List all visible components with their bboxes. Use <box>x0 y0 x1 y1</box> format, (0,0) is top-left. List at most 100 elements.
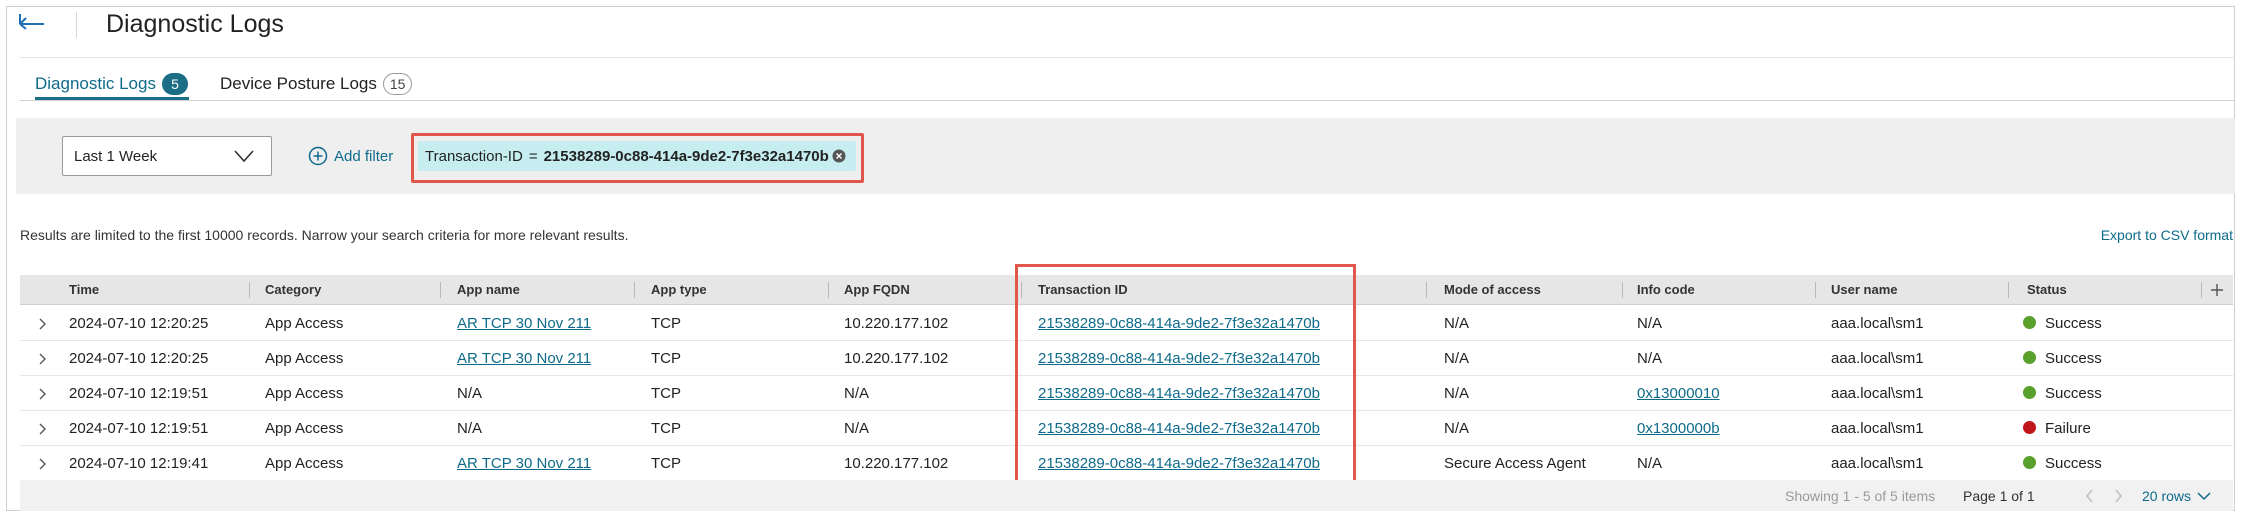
cell-mode-of-access: N/A <box>1444 385 1470 402</box>
column-header-time[interactable]: Time <box>69 275 99 305</box>
chevron-right-icon[interactable] <box>36 422 48 435</box>
cell-mode-of-access: N/A <box>1444 315 1470 332</box>
time-range-value: Last 1 Week <box>74 147 158 165</box>
back-arrow-icon[interactable] <box>18 12 46 34</box>
cell-info-code-link[interactable]: 0x13000010 <box>1637 376 1720 411</box>
transaction-id-filter-chip[interactable]: Transaction-ID = 21538289-0c88-414a-9de2… <box>418 141 856 171</box>
cell-user-name: aaa.local\sm1 <box>1831 420 1924 437</box>
cell-app-name-link[interactable]: AR TCP 30 Nov 211 <box>457 306 591 341</box>
chevron-right-icon[interactable] <box>36 387 48 400</box>
column-separator[interactable] <box>1426 282 1427 298</box>
chevron-right-icon[interactable] <box>36 352 48 365</box>
page-title: Diagnostic Logs <box>106 10 284 38</box>
status-success-dot-icon <box>2023 386 2036 399</box>
column-header-mode-of-access[interactable]: Mode of access <box>1444 275 1541 305</box>
close-circle-icon[interactable] <box>832 149 846 163</box>
column-header-app-name[interactable]: App name <box>457 275 520 305</box>
page-indicator: Page 1 of 1 <box>1963 488 2035 504</box>
cell-app-type: TCP <box>651 420 681 437</box>
cell-status: Success <box>2023 376 2102 411</box>
add-filter-label: Add filter <box>334 147 394 165</box>
column-separator[interactable] <box>249 282 250 298</box>
chevron-right-icon[interactable] <box>2112 489 2124 503</box>
status-text: Success <box>2045 315 2102 332</box>
cell-user-name: aaa.local\sm1 <box>1831 315 1924 332</box>
cell-app-fqdn: 10.220.177.102 <box>844 350 949 367</box>
cell-mode-of-access: N/A <box>1444 350 1470 367</box>
header-rule <box>20 57 2235 58</box>
status-text: Failure <box>2045 420 2091 437</box>
tab-label: Diagnostic Logs <box>35 74 156 93</box>
cell-app-name-link[interactable]: AR TCP 30 Nov 211 <box>457 341 591 376</box>
cell-app-type: TCP <box>651 350 681 367</box>
tabs-rule <box>20 100 2235 101</box>
cell-app-name: N/A <box>457 385 483 402</box>
cell-category: App Access <box>265 385 344 402</box>
column-separator[interactable] <box>440 282 441 298</box>
tab-label: Device Posture Logs <box>220 74 377 93</box>
tab-count-badge: 15 <box>382 73 413 95</box>
chevron-left-icon[interactable] <box>2084 489 2096 503</box>
status-success-dot-icon <box>2023 456 2036 469</box>
cell-app-type: TCP <box>651 385 681 402</box>
tab-device-posture-logs[interactable]: Device Posture Logs 15 <box>220 67 413 101</box>
cell-app-fqdn: 10.220.177.102 <box>844 455 949 472</box>
cell-user-name: aaa.local\sm1 <box>1831 350 1924 367</box>
chevron-down-icon <box>2197 488 2211 501</box>
cell-info-code: N/A <box>1637 350 1663 367</box>
tab-diagnostic-logs[interactable]: Diagnostic Logs 5 <box>35 67 188 101</box>
cell-category: App Access <box>265 315 344 332</box>
add-column-icon[interactable] <box>2207 280 2227 300</box>
chevron-down-icon <box>233 146 255 166</box>
column-separator[interactable] <box>1622 282 1623 298</box>
cell-user-name: aaa.local\sm1 <box>1831 455 1924 472</box>
status-text: Success <box>2045 350 2102 367</box>
rows-per-page-value: 20 rows <box>2142 488 2192 504</box>
time-range-select[interactable]: Last 1 Week <box>62 136 272 176</box>
column-header-user-name[interactable]: User name <box>1831 275 1897 305</box>
cell-app-type: TCP <box>651 455 681 472</box>
column-separator[interactable] <box>1815 282 1816 298</box>
cell-time: 2024-07-10 12:20:25 <box>69 350 209 367</box>
cell-app-name-link[interactable]: AR TCP 30 Nov 211 <box>457 446 591 481</box>
column-separator[interactable] <box>634 282 635 298</box>
column-header-category[interactable]: Category <box>265 275 321 305</box>
cell-info-code-link[interactable]: 0x1300000b <box>1637 411 1720 446</box>
cell-time: 2024-07-10 12:19:51 <box>69 385 209 402</box>
header-divider <box>76 12 77 38</box>
chevron-right-icon[interactable] <box>36 317 48 330</box>
filter-chip-value: 21538289-0c88-414a-9de2-7f3e32a1470b <box>543 147 829 165</box>
cell-app-fqdn: 10.220.177.102 <box>844 315 949 332</box>
column-header-app-type[interactable]: App type <box>651 275 707 305</box>
column-separator[interactable] <box>828 282 829 298</box>
column-header-info-code[interactable]: Info code <box>1637 275 1695 305</box>
cell-category: App Access <box>265 455 344 472</box>
filter-chip-key: Transaction-ID <box>425 147 523 165</box>
cell-status: Success <box>2023 341 2102 376</box>
transaction-id-column-highlight <box>1015 264 1356 498</box>
cell-time: 2024-07-10 12:20:25 <box>69 315 209 332</box>
cell-mode-of-access: Secure Access Agent <box>1444 455 1586 472</box>
column-separator[interactable] <box>2201 282 2202 298</box>
tab-count-badge: 5 <box>161 73 188 95</box>
column-header-status[interactable]: Status <box>2027 275 2067 305</box>
showing-items-text: Showing 1 - 5 of 5 items <box>1785 488 1936 504</box>
column-header-app-fqdn[interactable]: App FQDN <box>844 275 910 305</box>
column-separator[interactable] <box>2008 282 2009 298</box>
rows-per-page-select[interactable]: 20 rows <box>2142 488 2211 504</box>
cell-status: Success <box>2023 306 2102 341</box>
cell-category: App Access <box>265 420 344 437</box>
status-success-dot-icon <box>2023 351 2036 364</box>
filter-chip-operator: = <box>528 147 538 165</box>
cell-info-code: N/A <box>1637 455 1663 472</box>
table-footer: Showing 1 - 5 of 5 items Page 1 of 1 20 … <box>20 480 2233 511</box>
cell-user-name: aaa.local\sm1 <box>1831 385 1924 402</box>
cell-info-code: N/A <box>1637 315 1663 332</box>
chevron-right-icon[interactable] <box>36 457 48 470</box>
export-csv-link[interactable]: Export to CSV format <box>2101 227 2233 243</box>
cell-app-name: N/A <box>457 420 483 437</box>
cell-app-fqdn: N/A <box>844 420 870 437</box>
add-filter-button[interactable]: Add filter <box>308 144 393 168</box>
cell-app-type: TCP <box>651 315 681 332</box>
cell-time: 2024-07-10 12:19:41 <box>69 455 209 472</box>
